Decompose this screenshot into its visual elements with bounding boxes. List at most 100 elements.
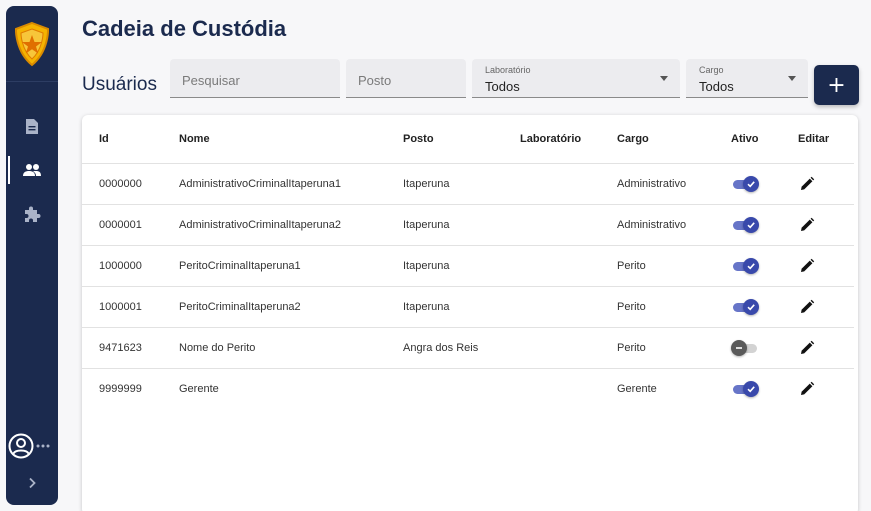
cell-nome: AdministrativoCriminalItaperuna2 (179, 204, 403, 246)
cell-id: 1000001 (82, 286, 179, 328)
posto-placeholder: Posto (358, 73, 392, 88)
add-user-button[interactable]: + (814, 65, 859, 105)
posto-input[interactable]: Posto (346, 59, 466, 98)
table-row: 0000000 AdministrativoCriminalItaperuna1 I… (82, 163, 854, 205)
edit-user-button[interactable] (798, 175, 816, 193)
pencil-icon (801, 381, 815, 395)
users-table-card: Id Nome Posto Laboratório Cargo Ativo Ed… (82, 115, 858, 511)
check-icon (747, 386, 755, 393)
cell-id: 0000001 (82, 204, 179, 246)
check-icon (747, 180, 755, 187)
cell-posto: Angra dos Reis (403, 327, 520, 369)
cell-ativo (731, 327, 798, 369)
users-table: Id Nome Posto Laboratório Cargo Ativo Ed… (82, 115, 854, 409)
cell-editar (798, 327, 854, 369)
toggle-knob (743, 257, 759, 274)
table-row: 1000000 PeritoCriminalItaperuna1 Itaperuna… (82, 245, 854, 287)
table-header-row: Id Nome Posto Laboratório Cargo Ativo Ed… (82, 115, 854, 164)
cell-laboratorio (520, 204, 617, 246)
caret-down-icon (660, 76, 668, 81)
cell-nome: PeritoCriminalItaperuna1 (179, 245, 403, 287)
active-toggle[interactable] (731, 380, 761, 397)
cell-editar (798, 163, 854, 205)
search-placeholder: Pesquisar (182, 73, 240, 88)
cell-nome: AdministrativoCriminalItaperuna1 (179, 163, 403, 205)
cargo-select-label: Cargo (699, 65, 724, 75)
laboratorio-select[interactable]: Laboratório Todos (472, 59, 680, 98)
cell-ativo (731, 368, 798, 409)
edit-user-button[interactable] (798, 298, 816, 316)
cell-posto: Itaperuna (403, 286, 520, 328)
cell-id: 0000000 (82, 163, 179, 205)
account-circle-icon (8, 433, 34, 459)
table-row: 1000001 PeritoCriminalItaperuna2 Itaperuna… (82, 286, 854, 328)
puzzle-icon (25, 206, 41, 222)
cell-laboratorio (520, 163, 617, 205)
edit-user-button[interactable] (798, 380, 816, 398)
toggle-knob (743, 216, 759, 233)
user-menu[interactable] (8, 430, 54, 462)
edit-user-button[interactable] (798, 257, 816, 275)
header-editar: Editar (798, 115, 854, 164)
expand-sidebar-button[interactable] (6, 468, 58, 498)
check-icon (747, 303, 755, 310)
logo (6, 6, 58, 82)
cell-editar (798, 204, 854, 246)
chevron-right-icon (29, 477, 36, 489)
active-toggle[interactable] (731, 298, 761, 315)
active-toggle[interactable] (731, 339, 761, 356)
edit-user-button[interactable] (798, 339, 816, 357)
table-row: 0000001 AdministrativoCriminalItaperuna2 I… (82, 204, 854, 246)
cell-laboratorio (520, 327, 617, 369)
cell-ativo (731, 163, 798, 205)
cell-laboratorio (520, 286, 617, 328)
cell-editar (798, 286, 854, 328)
pencil-icon (801, 176, 815, 190)
pencil-icon (801, 258, 815, 272)
sidebar (6, 6, 58, 505)
cell-id: 9471623 (82, 327, 179, 369)
toggle-knob (731, 339, 747, 356)
header-cargo[interactable]: Cargo (617, 115, 731, 164)
active-toggle[interactable] (731, 257, 761, 274)
sidebar-item-documents[interactable] (6, 106, 58, 146)
cell-cargo: Administrativo (617, 163, 731, 205)
table-row: 9471623 Nome do Perito Angra dos Reis Perit… (82, 327, 854, 369)
caret-down-icon (788, 76, 796, 81)
header-ativo: Ativo (731, 115, 798, 164)
header-laboratorio[interactable]: Laboratório (520, 115, 617, 164)
toggle-knob (743, 175, 759, 192)
police-badge-logo (14, 21, 50, 66)
cell-laboratorio (520, 368, 617, 409)
header-posto[interactable]: Posto (403, 115, 520, 164)
sidebar-item-users[interactable] (6, 150, 58, 190)
pencil-icon (801, 217, 815, 231)
pencil-icon (801, 299, 815, 313)
table-row: 9999999 Gerente Gerente (82, 368, 854, 409)
more-dots-icon (36, 444, 50, 448)
header-nome[interactable]: Nome (179, 115, 403, 164)
cell-ativo (731, 204, 798, 246)
cell-posto: Itaperuna (403, 245, 520, 287)
check-icon (747, 221, 755, 228)
active-toggle[interactable] (731, 216, 761, 233)
active-toggle[interactable] (731, 175, 761, 192)
cell-ativo (731, 286, 798, 328)
edit-user-button[interactable] (798, 216, 816, 234)
header-id[interactable]: Id (82, 115, 179, 164)
cell-cargo: Perito (617, 286, 731, 328)
cargo-select[interactable]: Cargo Todos (686, 59, 808, 98)
search-input[interactable]: Pesquisar (170, 59, 340, 98)
cell-nome: PeritoCriminalItaperuna2 (179, 286, 403, 328)
toggle-knob (743, 298, 759, 315)
toggle-knob (743, 380, 759, 397)
laboratorio-select-value: Todos (485, 79, 520, 94)
cell-ativo (731, 245, 798, 287)
cell-id: 9999999 (99, 382, 142, 395)
check-icon (747, 262, 755, 269)
sidebar-item-extensions[interactable] (6, 194, 58, 234)
minus-icon (736, 346, 742, 349)
pencil-icon (801, 340, 815, 354)
cell-id: 1000000 (82, 245, 179, 287)
cell-nome: Nome do Perito (179, 327, 403, 369)
